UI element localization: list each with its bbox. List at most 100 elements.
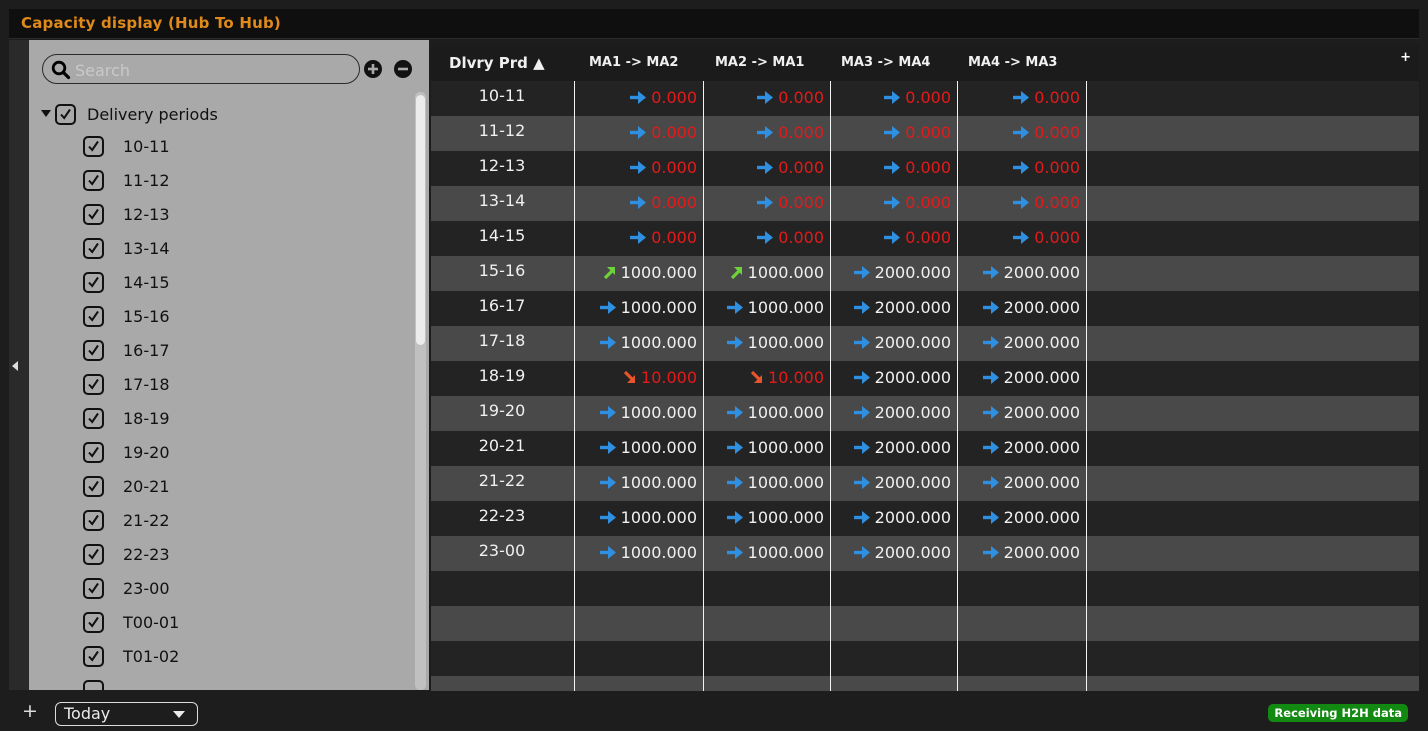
table-row[interactable]: 15-16 1000.000 1000.000 2000.000 2000.000: [431, 256, 1419, 291]
period-cell[interactable]: 18-19: [431, 361, 573, 396]
capacity-cell[interactable]: 1000.000: [574, 291, 703, 326]
column-header-ma4-ma3[interactable]: MA4 -> MA3: [968, 55, 1057, 70]
period-cell[interactable]: 12-13: [431, 151, 573, 186]
capacity-cell[interactable]: 0.000: [957, 151, 1086, 186]
period-cell[interactable]: 19-20: [431, 396, 573, 431]
expand-all-icon[interactable]: [363, 59, 383, 79]
sort-ascending-icon[interactable]: ▲: [533, 54, 545, 72]
tree-item-checkbox[interactable]: [83, 238, 104, 259]
period-cell[interactable]: 10-11: [431, 81, 573, 116]
capacity-cell[interactable]: 0.000: [574, 116, 703, 151]
capacity-cell[interactable]: 0.000: [957, 81, 1086, 116]
capacity-cell[interactable]: 2000.000: [830, 291, 957, 326]
tree-item-checkbox[interactable]: [83, 306, 104, 327]
capacity-cell[interactable]: 1000.000: [574, 396, 703, 431]
table-row[interactable]: 20-21 1000.000 1000.000 2000.000 2000.000: [431, 431, 1419, 466]
period-cell[interactable]: 14-15: [431, 221, 573, 256]
capacity-cell[interactable]: 0.000: [703, 221, 830, 256]
capacity-cell[interactable]: 2000.000: [830, 256, 957, 291]
tree-item-checkbox[interactable]: [83, 136, 104, 157]
capacity-cell[interactable]: 1000.000: [703, 536, 830, 571]
table-row[interactable]: 21-22 1000.000 1000.000 2000.000 2000.000: [431, 466, 1419, 501]
tree-item-checkbox[interactable]: [83, 646, 104, 667]
collapse-sidebar-icon[interactable]: [12, 361, 18, 371]
add-column-icon[interactable]: +: [1400, 50, 1411, 65]
tree-item-checkbox[interactable]: [83, 680, 104, 690]
capacity-cell[interactable]: 1000.000: [703, 466, 830, 501]
collapse-all-icon[interactable]: [393, 59, 413, 79]
tree-item-checkbox[interactable]: [83, 340, 104, 361]
table-row[interactable]: 14-15 0.000 0.000 0.000 0.000: [431, 221, 1419, 256]
capacity-cell[interactable]: 2000.000: [957, 431, 1086, 466]
capacity-cell[interactable]: 2000.000: [830, 536, 957, 571]
capacity-cell[interactable]: 0.000: [703, 81, 830, 116]
capacity-cell[interactable]: 0.000: [957, 221, 1086, 256]
capacity-cell[interactable]: 0.000: [957, 116, 1086, 151]
empty-table-row[interactable]: [431, 676, 1419, 691]
capacity-cell[interactable]: 1000.000: [574, 326, 703, 361]
tree-item-checkbox[interactable]: [83, 272, 104, 293]
empty-table-row[interactable]: [431, 641, 1419, 676]
table-row[interactable]: 13-14 0.000 0.000 0.000 0.000: [431, 186, 1419, 221]
column-header-ma2-ma1[interactable]: MA2 -> MA1: [715, 55, 804, 70]
table-row[interactable]: 12-13 0.000 0.000 0.000 0.000: [431, 151, 1419, 186]
capacity-cell[interactable]: 1000.000: [703, 256, 830, 291]
column-header-ma3-ma4[interactable]: MA3 -> MA4: [841, 55, 930, 70]
period-cell[interactable]: 17-18: [431, 326, 573, 361]
capacity-cell[interactable]: 0.000: [957, 186, 1086, 221]
capacity-cell[interactable]: 0.000: [830, 151, 957, 186]
tree-item-checkbox[interactable]: [83, 374, 104, 395]
capacity-cell[interactable]: 1000.000: [703, 431, 830, 466]
table-row[interactable]: 22-23 1000.000 1000.000 2000.000 2000.000: [431, 501, 1419, 536]
capacity-cell[interactable]: 10.000: [703, 361, 830, 396]
capacity-cell[interactable]: 0.000: [703, 186, 830, 221]
capacity-cell[interactable]: 2000.000: [830, 361, 957, 396]
period-cell[interactable]: 13-14: [431, 186, 573, 221]
tree-root-checkbox[interactable]: [55, 104, 76, 125]
capacity-cell[interactable]: 2000.000: [830, 396, 957, 431]
column-header-ma1-ma2[interactable]: MA1 -> MA2: [589, 55, 678, 70]
capacity-cell[interactable]: 0.000: [830, 186, 957, 221]
period-cell[interactable]: 16-17: [431, 291, 573, 326]
capacity-cell[interactable]: 2000.000: [957, 361, 1086, 396]
tree-item-checkbox[interactable]: [83, 204, 104, 225]
table-row[interactable]: 11-12 0.000 0.000 0.000 0.000: [431, 116, 1419, 151]
tree-item-checkbox[interactable]: [83, 170, 104, 191]
table-row[interactable]: 10-11 0.000 0.000 0.000 0.000: [431, 81, 1419, 116]
capacity-cell[interactable]: 1000.000: [703, 326, 830, 361]
capacity-cell[interactable]: 2000.000: [830, 326, 957, 361]
capacity-cell[interactable]: 2000.000: [830, 431, 957, 466]
tree-item-checkbox[interactable]: [83, 476, 104, 497]
table-row[interactable]: 18-19 10.000 10.000 2000.000 2000.000: [431, 361, 1419, 396]
empty-table-row[interactable]: [431, 571, 1419, 606]
capacity-cell[interactable]: 2000.000: [957, 466, 1086, 501]
table-row[interactable]: 16-17 1000.000 1000.000 2000.000 2000.000: [431, 291, 1419, 326]
table-row[interactable]: 19-20 1000.000 1000.000 2000.000 2000.000: [431, 396, 1419, 431]
capacity-cell[interactable]: 2000.000: [830, 466, 957, 501]
capacity-cell[interactable]: 0.000: [830, 116, 957, 151]
add-icon[interactable]: +: [22, 700, 38, 722]
tree-item-checkbox[interactable]: [83, 442, 104, 463]
period-cell[interactable]: 23-00: [431, 536, 573, 571]
date-range-select[interactable]: Today: [55, 702, 198, 726]
capacity-cell[interactable]: 0.000: [830, 221, 957, 256]
search-box[interactable]: [42, 54, 360, 84]
capacity-cell[interactable]: 1000.000: [574, 501, 703, 536]
tree-item-checkbox[interactable]: [83, 408, 104, 429]
capacity-cell[interactable]: 1000.000: [703, 501, 830, 536]
capacity-cell[interactable]: 1000.000: [574, 256, 703, 291]
capacity-cell[interactable]: 2000.000: [957, 291, 1086, 326]
capacity-cell[interactable]: 0.000: [703, 151, 830, 186]
capacity-cell[interactable]: 10.000: [574, 361, 703, 396]
capacity-cell[interactable]: 1000.000: [574, 431, 703, 466]
capacity-cell[interactable]: 2000.000: [830, 501, 957, 536]
capacity-cell[interactable]: 0.000: [574, 81, 703, 116]
tree-item-checkbox[interactable]: [83, 612, 104, 633]
capacity-cell[interactable]: 2000.000: [957, 536, 1086, 571]
sidebar-scrollbar-thumb[interactable]: [416, 95, 425, 345]
period-cell[interactable]: 11-12: [431, 116, 573, 151]
tree-item-checkbox[interactable]: [83, 510, 104, 531]
capacity-cell[interactable]: 0.000: [574, 221, 703, 256]
period-cell[interactable]: 22-23: [431, 501, 573, 536]
capacity-cell[interactable]: 2000.000: [957, 501, 1086, 536]
